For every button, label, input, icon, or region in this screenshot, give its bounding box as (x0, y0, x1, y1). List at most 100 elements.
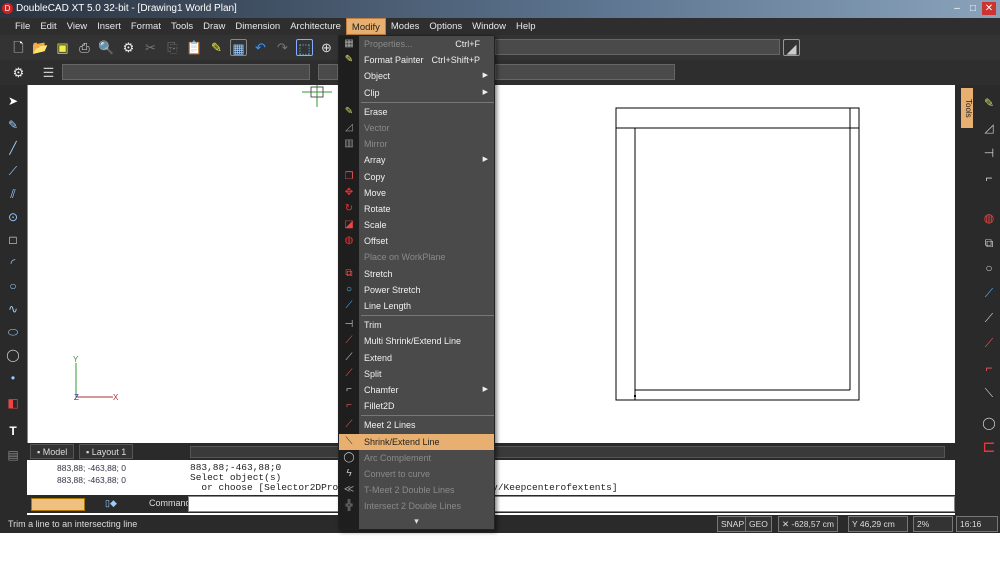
tool-offset-icon[interactable]: ◍ (981, 210, 997, 226)
history-item[interactable]: 883,88; -463,88; 0 (27, 474, 182, 486)
style-dropdown[interactable] (318, 64, 338, 80)
menu-scroll-down[interactable]: ▾ (339, 516, 494, 527)
history-item[interactable]: 883,88; -463,88; 0 (27, 462, 182, 474)
minimize-button[interactable]: – (950, 2, 964, 15)
snap-options-icon[interactable]: ▯◆ (105, 498, 117, 509)
menu-item-power-stretch[interactable]: ○ Power Stretch (339, 282, 494, 298)
gear-icon[interactable]: ⚙ (10, 64, 27, 81)
open-icon[interactable]: 📂 (32, 39, 49, 56)
linetype-dropdown[interactable] (495, 64, 675, 80)
hatch-icon[interactable]: ◧ (5, 395, 21, 411)
settings-icon[interactable]: ⚙ (120, 39, 137, 56)
polygon-icon[interactable]: ◯ (5, 347, 21, 363)
menu-item-fillet2d[interactable]: ⌐ Fillet2D (339, 398, 494, 414)
menu-format[interactable]: Format (126, 18, 166, 35)
menu-item-line-length[interactable]: ⟋ Line Length (339, 298, 494, 314)
menu-item-array[interactable]: Array ▶ (339, 152, 494, 168)
ellipse-icon[interactable]: ⬭ (5, 324, 21, 340)
spline-icon[interactable]: ∿ (5, 301, 21, 317)
menu-window[interactable]: Window (467, 18, 511, 35)
circle-center-icon[interactable]: ⊙ (5, 209, 21, 225)
geo-toggle[interactable]: GEO (745, 516, 772, 532)
menu-modes[interactable]: Modes (386, 18, 425, 35)
zoom-extents-icon[interactable]: ⬚ (296, 39, 313, 56)
tool-line-length-icon[interactable]: ⟋ (981, 285, 997, 301)
menu-help[interactable]: Help (511, 18, 541, 35)
cut-icon[interactable]: ✂ (142, 39, 159, 56)
save-icon[interactable]: ▣ (54, 39, 71, 56)
menu-draw[interactable]: Draw (198, 18, 230, 35)
tool-erase-icon[interactable]: ✎ (981, 95, 997, 111)
layer-dropdown[interactable] (495, 39, 780, 55)
new-icon[interactable]: 🗋 (10, 39, 27, 56)
tool-vector-icon[interactable]: ◿ (981, 120, 997, 136)
tab-model[interactable]: ▪ Model (30, 444, 75, 459)
menu-item-format-painter[interactable]: ✎ Format Painter Ctrl+Shift+P (339, 52, 494, 68)
menu-dimension[interactable]: Dimension (230, 18, 285, 35)
arc-icon[interactable]: ◜ (5, 255, 21, 271)
pan-icon[interactable]: ⊕ (318, 39, 335, 56)
color-icon[interactable]: ◢ (783, 39, 800, 56)
menu-item-erase[interactable]: ✎ Erase (339, 104, 494, 120)
tool-stretch-icon[interactable]: ⧉ (981, 235, 997, 251)
menu-item-split[interactable]: ⟋ Split (339, 366, 494, 382)
menu-item-scale[interactable]: ◪ Scale (339, 217, 494, 233)
menu-item-stretch[interactable]: ⧉ Stretch (339, 266, 494, 282)
tab-layout-1[interactable]: ▪ Layout 1 (79, 444, 134, 459)
circle-icon[interactable]: ○ (5, 278, 21, 294)
menu-item-trim[interactable]: ⊣ Trim (339, 317, 494, 333)
select-icon[interactable]: ➤ (5, 93, 21, 109)
tool-trim-icon[interactable]: ⊣ (981, 145, 997, 161)
tools-tab[interactable]: Tools (961, 88, 973, 128)
menu-tools[interactable]: Tools (166, 18, 198, 35)
line-icon[interactable]: ╱ (5, 140, 21, 156)
menu-insert[interactable]: Insert (92, 18, 126, 35)
menu-modify[interactable]: Modify (345, 18, 386, 35)
select-all-icon[interactable]: ▦ (230, 39, 247, 56)
snap-toggle[interactable]: SNAP (717, 516, 749, 532)
menu-item-extend[interactable]: ⟋ Extend (339, 350, 494, 366)
menu-options[interactable]: Options (424, 18, 467, 35)
menu-item-meet-2-lines[interactable]: ⟋ Meet 2 Lines (339, 417, 494, 433)
redo-icon[interactable]: ↷ (274, 39, 291, 56)
menu-item-move[interactable]: ✥ Move (339, 185, 494, 201)
text-icon[interactable]: T (5, 423, 21, 439)
paste-icon[interactable]: 📋 (186, 39, 203, 56)
maximize-button[interactable]: □ (966, 2, 980, 15)
tool-split-icon[interactable]: ⟋ (981, 310, 997, 326)
menu-item-copy[interactable]: ❐ Copy (339, 169, 494, 185)
close-button[interactable]: ✕ (982, 2, 996, 15)
double-line-icon[interactable]: ⫽ (5, 186, 21, 202)
point-icon[interactable]: • (5, 370, 21, 386)
tool-fillet-icon[interactable]: ⌐ (981, 360, 997, 376)
tool-arc-complement-icon[interactable]: ◯ (981, 415, 997, 431)
command-input[interactable] (188, 496, 955, 512)
menu-item-clip[interactable]: Clip ▶ (339, 85, 494, 101)
edit-tool-icon[interactable]: ✎ (5, 117, 21, 133)
menu-item-shrink-extend-line[interactable]: ⟍ Shrink/Extend Line (339, 433, 494, 450)
menu-item-chamfer[interactable]: ⌐ Chamfer ▶ (339, 382, 494, 398)
rectangle-icon[interactable]: □ (5, 232, 21, 248)
block-icon[interactable]: ▤ (5, 447, 21, 463)
menu-architecture[interactable]: Architecture (285, 18, 346, 35)
menu-view[interactable]: View (62, 18, 92, 35)
view-buttons[interactable] (31, 498, 85, 511)
format-painter-icon[interactable]: ✎ (208, 39, 225, 56)
menu-item-multi-shrink-extend-line[interactable]: ⟋ Multi Shrink/Extend Line (339, 333, 494, 349)
menu-item-rotate[interactable]: ↻ Rotate (339, 201, 494, 217)
menu-edit[interactable]: Edit (35, 18, 61, 35)
polyline-icon[interactable]: ⟋ (5, 163, 21, 179)
print-preview-icon[interactable]: 🔍 (98, 39, 115, 56)
property-dropdown[interactable] (62, 64, 310, 80)
menu-file[interactable]: File (10, 18, 35, 35)
tool-chamfer-icon[interactable]: ⌐ (981, 170, 997, 186)
tool-shrink-icon[interactable]: ⟍ (981, 385, 997, 401)
menu-item-offset[interactable]: ◍ Offset (339, 233, 494, 249)
horizontal-scrollbar[interactable] (190, 446, 945, 458)
tool-power-stretch-icon[interactable]: ○ (981, 260, 997, 276)
tool-block-icon[interactable]: ⊏ (981, 440, 997, 456)
tool-meet-icon[interactable]: ⟋ (981, 335, 997, 351)
menu-item-object[interactable]: Object ▶ (339, 68, 494, 84)
print-icon[interactable]: ⎙ (76, 39, 93, 56)
undo-icon[interactable]: ↶ (252, 39, 269, 56)
